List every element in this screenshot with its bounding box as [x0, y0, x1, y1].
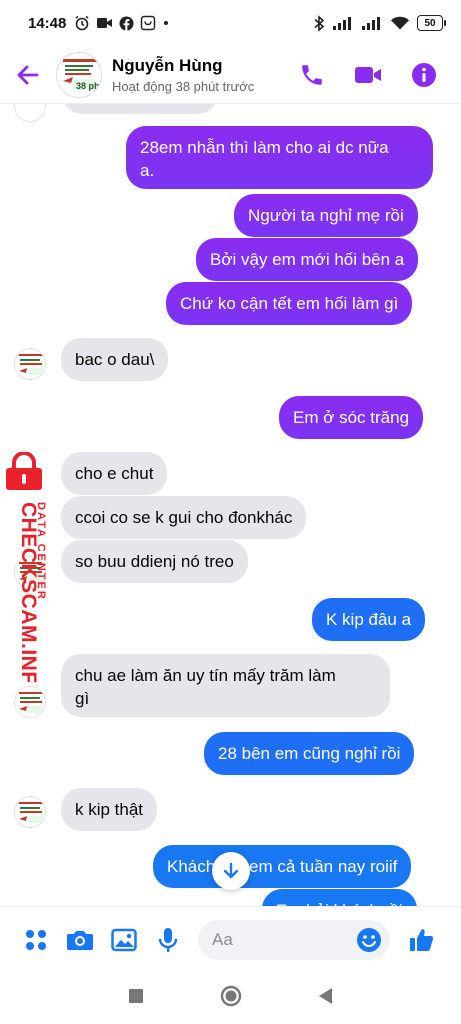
scroll-to-bottom-button[interactable]	[212, 852, 250, 890]
message-bubble-outgoing[interactable]: 28 bên em cũng nghỉ rồi	[204, 732, 415, 775]
contact-avatar[interactable]: 38 ph	[56, 51, 102, 98]
message-bubble-outgoing[interactable]: Em ở sóc trăng	[279, 396, 424, 439]
back-nav-button[interactable]	[318, 987, 334, 1010]
image-icon	[111, 928, 137, 951]
avatar-badge: 38 ph	[76, 80, 100, 91]
message-bubble-outgoing[interactable]: Chứ ko cận tết em hối làm gì	[166, 282, 413, 325]
watermark-subtitle: DATA CENTER	[35, 502, 47, 601]
circle-icon	[220, 985, 241, 1006]
message-list[interactable]: 28em nhẫn thì làm cho ai dc nữa a. Người…	[0, 104, 461, 906]
status-time: 14:48	[28, 14, 67, 32]
conversation-header: 38 ph Nguyễn Hùng Hoạt động 38 phút trướ…	[0, 46, 461, 104]
system-nav-bar	[0, 972, 461, 1024]
camera-icon	[67, 930, 93, 950]
status-bar: 14:48 50	[0, 0, 461, 46]
contact-avatar-small	[14, 348, 46, 380]
video-call-button[interactable]	[351, 58, 385, 92]
bluetooth-icon	[313, 14, 325, 32]
message-bubble-incoming[interactable]: bac o dau\	[61, 338, 169, 381]
video-camera-icon	[355, 66, 381, 83]
signal-icon-2	[361, 16, 383, 31]
message-bubble-outgoing[interactable]: Khách đợi em cả tuần nay roiif	[153, 845, 412, 888]
message-composer: Aa	[0, 906, 461, 972]
messenger-bracket-icon	[140, 15, 156, 31]
message-bubble-outgoing[interactable]: 28em nhẫn thì làm cho ai dc nữa a.	[126, 126, 433, 189]
message-bubble-outgoing[interactable]: Người ta nghỉ mẹ rồi	[234, 194, 418, 237]
battery-indicator: 50	[417, 15, 446, 31]
phone-icon	[302, 64, 322, 85]
contact-name: Nguyễn Hùng	[112, 55, 223, 75]
contact-avatar-small	[14, 686, 46, 718]
triangle-back-icon	[318, 987, 332, 1004]
thumbs-up-icon	[410, 928, 434, 951]
lock-icon	[6, 452, 42, 490]
facebook-icon	[119, 16, 134, 31]
back-button[interactable]	[0, 46, 56, 104]
menu-button[interactable]	[14, 918, 58, 962]
square-icon	[128, 988, 143, 1003]
contact-avatar-small	[14, 796, 46, 828]
message-bubble-incoming[interactable]: ccoi co se k gui cho đonkhác	[61, 496, 307, 539]
message-bubble-incoming[interactable]: so buu ddienj nó treo	[61, 540, 248, 583]
alarm-icon	[74, 15, 90, 31]
recents-button[interactable]	[128, 988, 144, 1009]
emoji-icon[interactable]	[356, 927, 382, 953]
message-bubble-outgoing[interactable]: K kip đâu a	[312, 598, 426, 641]
microphone-icon	[158, 927, 178, 952]
info-icon	[412, 62, 436, 87]
info-button[interactable]	[407, 58, 441, 92]
arrow-down-icon	[223, 862, 239, 879]
wifi-icon	[390, 15, 410, 31]
voice-button[interactable]	[146, 918, 190, 962]
message-bubble-outgoing[interactable]: Em hỏi khách rồi	[262, 889, 417, 906]
contact-avatar-small	[14, 104, 46, 122]
four-dots-icon	[26, 929, 46, 950]
home-button[interactable]	[220, 985, 242, 1012]
camera-button[interactable]	[58, 918, 102, 962]
message-bubble-incoming[interactable]: cho e chut	[61, 452, 168, 495]
message-bubble-clipped	[62, 104, 218, 114]
message-input-placeholder: Aa	[212, 929, 233, 949]
dot-icon	[162, 19, 170, 27]
gallery-button[interactable]	[102, 918, 146, 962]
signal-icon	[332, 16, 354, 31]
message-bubble-incoming[interactable]: chu ae làm ăn uy tín mấy trăm làm gì	[61, 654, 390, 717]
message-bubble-outgoing[interactable]: Bởi vậy em mới hối bên a	[196, 238, 419, 281]
contact-status: Hoạt động 38 phút trước	[112, 78, 255, 94]
like-button[interactable]	[400, 918, 444, 962]
video-recorder-icon	[96, 16, 113, 30]
contact-info[interactable]: Nguyễn Hùng Hoạt động 38 phút trước	[112, 56, 254, 94]
message-bubble-incoming[interactable]: k kip thật	[61, 788, 158, 831]
call-button[interactable]	[295, 58, 329, 92]
message-input[interactable]: Aa	[198, 919, 390, 960]
back-arrow-icon	[17, 65, 39, 84]
watermark: CHECKSCAM.INFO DATA CENTER	[0, 452, 48, 682]
